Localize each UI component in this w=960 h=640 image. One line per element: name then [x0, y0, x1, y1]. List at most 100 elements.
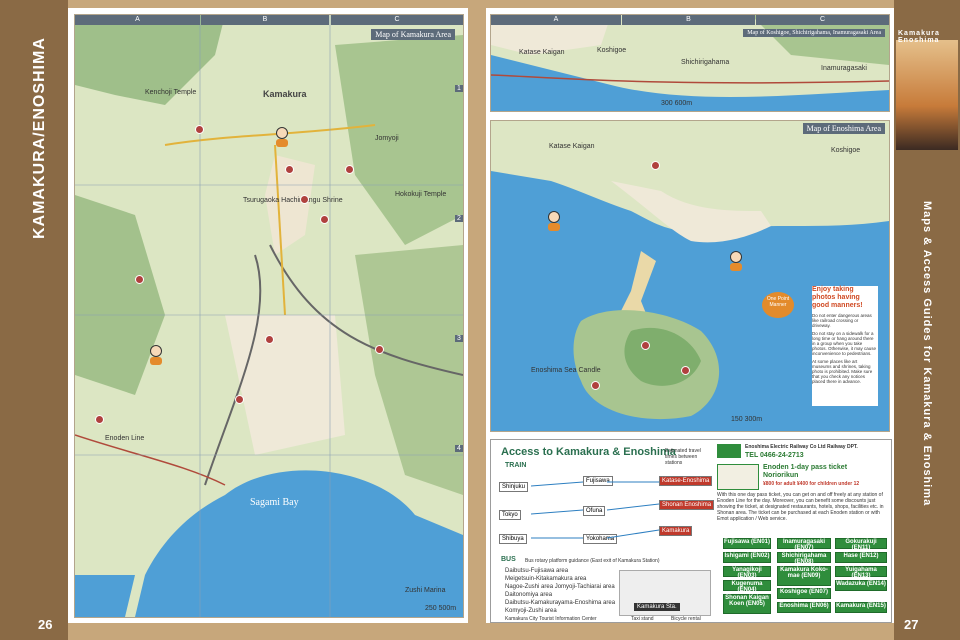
kamakura-map-svg: [75, 15, 463, 617]
bus-route-2: Meigetsuin-Kitakamakura area: [505, 576, 587, 582]
bus-route-4: Daitonomiya area: [505, 592, 553, 598]
grid-col-a: A: [75, 15, 200, 25]
label-koshigoe-2: Koshigoe: [831, 147, 861, 154]
page-number-left: 26: [38, 617, 53, 632]
enoden-station: Shonan Kaigan Koen (EN05): [723, 594, 771, 614]
bus-rotary-diagram: Kamakura Sta.: [619, 570, 711, 616]
label-hokokuji: Hokokuji Temple: [395, 191, 447, 198]
poi-marker[interactable]: [345, 165, 354, 174]
manner-item: At some places like art museums and shri…: [812, 359, 873, 384]
right-side-band: Kamakura Enoshima Maps & Access Guides f…: [894, 0, 960, 640]
scale-bar-map1: 300 600m: [661, 100, 693, 107]
kamakura-map-title: Map of Kamakura Area: [371, 29, 455, 40]
manner-item: Do not stay on a sidewalk for a long tim…: [812, 331, 877, 356]
enoden-station: Ishigami (EN02): [723, 552, 771, 563]
access-guide-box: Access to Kamakura & Enoshima Estimated …: [490, 439, 892, 623]
enoden-station: Inamuragasaki (EN07): [777, 538, 831, 551]
label-sea-candle: Enoshima Sea Candle: [531, 367, 601, 374]
label-zushi-marina: Zushi Marina: [405, 587, 446, 594]
label-inamuragasaki: Inamuragasaki: [821, 65, 867, 72]
poi-marker[interactable]: [195, 125, 204, 134]
enoden-station: Shichirigahama (EN08): [777, 552, 831, 565]
enoden-station: Fujisawa (EN01): [723, 538, 771, 549]
label-sagami-bay: Sagami Bay: [250, 497, 299, 508]
pass-price: ¥800 for adult ¥400 for children under 1…: [763, 481, 860, 487]
mascot-figure: [729, 251, 743, 271]
scale-bar-map2: 150 300m: [731, 416, 763, 423]
grid-row-3: 3: [455, 335, 463, 342]
train-route-lines: [531, 481, 660, 539]
grid-row-2: 2: [455, 215, 463, 222]
poi-marker[interactable]: [651, 161, 660, 170]
enoden-station: Yuigahama (EN13): [835, 566, 887, 579]
pass-ticket-image: [717, 464, 759, 490]
bicycle-legend: Bicycle rental: [671, 616, 701, 622]
bus-route-3: Nagoe-Zushi area Jomyoji-Tachiarai area: [505, 584, 615, 590]
info-center-legend: Kamakura City Tourist Information Center: [505, 616, 597, 622]
station-shinjuku: Shinjuku: [499, 482, 529, 492]
bus-route-6: Komyoji-Zushi area: [505, 608, 557, 614]
pass-name: Noriorikun: [763, 472, 799, 479]
koshigoe-map-title: Map of Koshigoe, Shichirigahama, Inamura…: [743, 29, 885, 37]
poi-marker[interactable]: [375, 345, 384, 354]
manner-box: Enjoy taking photos having good manners!…: [812, 286, 878, 406]
taxi-legend: Taxi stand: [631, 616, 654, 622]
enoden-station: Kamakura (EN15): [835, 602, 887, 613]
scale-bar-left: 250 500m: [425, 605, 457, 612]
map1-grid-c: C: [756, 15, 889, 25]
bus-route-5: Daibutsu-Kamakurayama-Enoshima area: [505, 600, 616, 606]
label-koshigoe: Koshigoe: [597, 47, 627, 54]
enoden-station: Koshigoe (EN07): [777, 588, 831, 599]
mascot-figure: [149, 345, 163, 365]
page-number-right: 27: [904, 617, 919, 632]
enoden-station: Yanagikoji (EN03): [723, 566, 771, 579]
poi-marker[interactable]: [235, 395, 244, 404]
map1-grid-a: A: [491, 15, 621, 25]
poi-marker[interactable]: [320, 215, 329, 224]
poi-marker[interactable]: [265, 335, 274, 344]
left-side-title: KAMAKURA/ENOSHIMA: [31, 37, 48, 239]
label-jomyoji: Jomyoji: [375, 135, 399, 142]
label-kamakura-town: Kamakura: [263, 89, 307, 99]
enoshima-map-title: Map of Enoshima Area: [802, 123, 885, 134]
kamakura-sta-label: Kamakura Sta.: [634, 603, 680, 611]
enoden-logo: [717, 444, 741, 458]
bus-label: BUS: [501, 556, 516, 563]
manner-badge: One Point Manner: [762, 292, 794, 318]
bus-note: Bus rotary platform guidance (East exit …: [525, 558, 660, 564]
label-kenchoji: Kenchoji Temple: [145, 89, 197, 96]
right-side-title: Maps & Access Guides for Kamakura & Enos…: [921, 201, 933, 507]
poi-marker[interactable]: [591, 381, 600, 390]
label-enoden: Enoden Line: [105, 435, 145, 442]
label-shichirigahama: Shichirigahama: [681, 59, 730, 66]
label-shrine: Tsurugaoka Hachimangu Shrine: [243, 197, 343, 204]
enoden-company: Enoshima Electric Railway Co Ltd Railway…: [745, 444, 858, 450]
mascot-figure: [547, 211, 561, 231]
kamakura-map[interactable]: A B C 1 2 3 4 Map of Kamakura Area Kamak…: [74, 14, 464, 618]
poi-marker[interactable]: [641, 341, 650, 350]
poi-marker[interactable]: [681, 366, 690, 375]
left-page: A B C 1 2 3 4 Map of Kamakura Area Kamak…: [68, 8, 468, 623]
enoden-station: Wadazuka (EN14): [835, 580, 887, 591]
poi-marker[interactable]: [300, 195, 309, 204]
enoden-station: Kugenuma (EN04): [723, 580, 771, 593]
train-label: TRAIN: [505, 462, 527, 469]
enoden-station: Hase (EN12): [835, 552, 887, 563]
station-tokyo: Tokyo: [499, 510, 521, 520]
koshigoe-map[interactable]: A B C Map of Koshigoe, Shichirigahama, I…: [490, 14, 890, 112]
poi-marker[interactable]: [95, 415, 104, 424]
pass-title: Enoden 1-day pass ticket: [763, 464, 848, 471]
label-katase-kaigan: Katase Kaigan: [519, 49, 565, 56]
side-title-small: Kamakura Enoshima: [898, 30, 940, 44]
poi-marker[interactable]: [285, 165, 294, 174]
pass-description: With this one day pass ticket, you can g…: [717, 492, 884, 522]
side-photo: [896, 40, 958, 150]
left-side-band: KAMAKURA/ENOSHIMA 26: [0, 0, 68, 640]
access-subtitle: Estimated travel times between stations: [665, 448, 701, 466]
label-katase-kaigan-2: Katase Kaigan: [549, 143, 595, 150]
manner-title: Enjoy taking photos having good manners!: [812, 286, 863, 309]
mascot-figure: [275, 127, 289, 147]
guidebook-spread: KAMAKURA/ENOSHIMA 26 Kamakura Enoshima M…: [0, 0, 960, 640]
poi-marker[interactable]: [135, 275, 144, 284]
bus-route-1: Daibutsu-Fujisawa area: [505, 568, 569, 574]
